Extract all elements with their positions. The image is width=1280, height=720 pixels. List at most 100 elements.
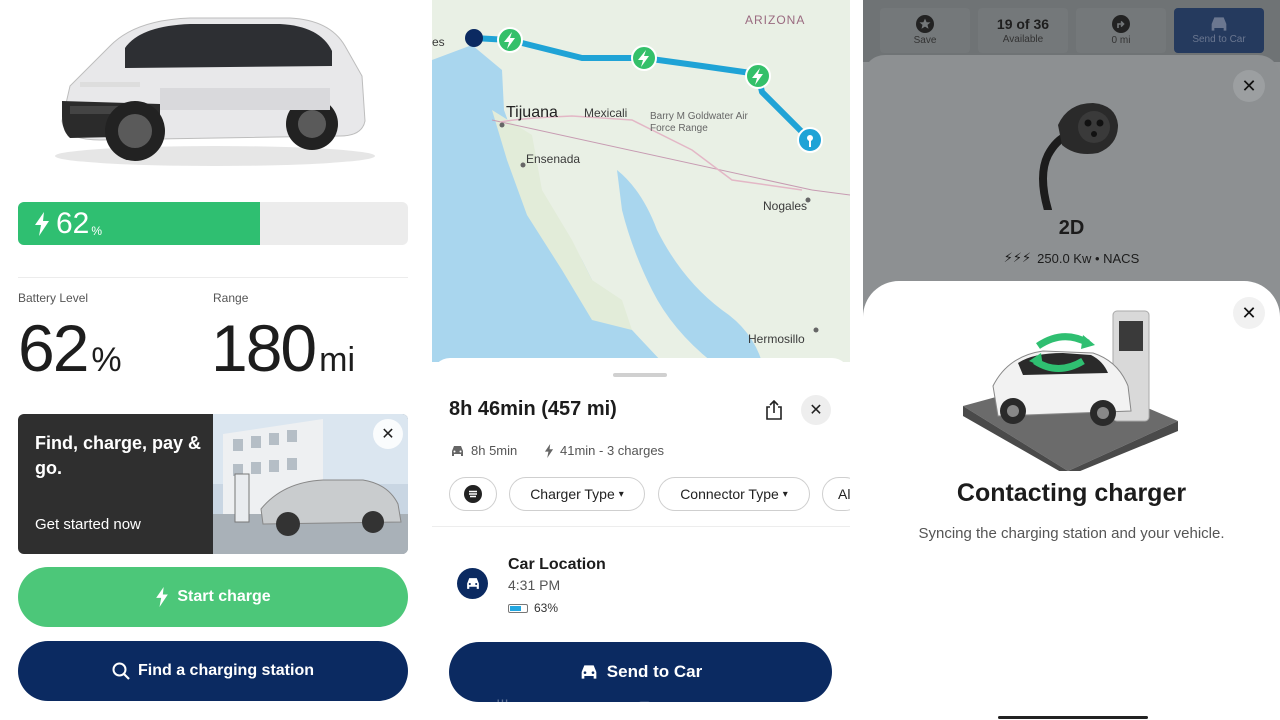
car-location-icon: [457, 568, 488, 599]
battery-bar-unit: %: [91, 223, 103, 238]
destination-pin: [797, 127, 823, 153]
close-icon: ✕: [809, 402, 823, 419]
system-navbar: ||| ▢ ‹: [432, 693, 850, 720]
car-location-battery: 63%: [508, 601, 558, 615]
nacs-connector-icon: [1039, 103, 1118, 210]
battery-icon: [508, 603, 528, 613]
battery-level-value: 62%: [18, 310, 122, 386]
contacting-title: Contacting charger: [956, 479, 1187, 507]
charger-name: 2D: [1058, 217, 1085, 239]
save-label: Save: [913, 35, 937, 46]
route-sheet: 8h 46min (457 mi) ✕ 8h 5min 41min - 3 ch…: [432, 358, 850, 720]
distance-label: 0 mi: [1111, 35, 1131, 46]
map-label-partial: es: [432, 35, 445, 49]
triple-lightning-icon: ⚡⚡⚡: [1003, 250, 1032, 265]
map-label-arizona: ARIZONA: [745, 13, 806, 27]
recent-apps-icon[interactable]: |||: [496, 698, 508, 716]
close-icon: ✕: [1241, 75, 1257, 96]
promo-cta[interactable]: Get started now: [35, 516, 141, 533]
share-icon: [766, 400, 782, 420]
filter-all[interactable]: Al: [822, 477, 850, 511]
map-label-mexicali: Mexicali: [584, 106, 628, 120]
car-location-time: 4:31 PM: [508, 577, 561, 593]
charger-screen: Save 19 of 36 Available 0 mi Send to Car…: [863, 0, 1280, 720]
start-charge-button[interactable]: Start charge: [18, 567, 408, 627]
close-icon: ✕: [381, 426, 395, 443]
filter-connector-type[interactable]: Connector Type ▾: [658, 477, 810, 511]
back-icon[interactable]: ‹: [780, 698, 785, 716]
home-indicator: [998, 716, 1148, 719]
battery-bar-value: 62: [56, 206, 90, 240]
close-charger-button[interactable]: ✕: [1233, 70, 1265, 102]
chevron-down-icon: ▾: [782, 488, 788, 500]
drive-time-text: 8h 5min: [471, 443, 518, 458]
promo-close-button[interactable]: ✕: [373, 419, 403, 449]
promo-card[interactable]: Find, charge, pay & go. Get started now …: [18, 414, 408, 554]
available-label: Available: [1002, 34, 1044, 45]
search-icon: [112, 662, 130, 680]
find-charging-station-button[interactable]: Find a charging station: [18, 641, 408, 701]
range-number: 180: [211, 311, 317, 385]
contacting-charger-sheet: ✕ Contacting charger Syncing the chargin…: [863, 281, 1280, 720]
divider: [432, 526, 850, 527]
range-value: 180 mi: [211, 310, 355, 386]
close-route-button[interactable]: ✕: [801, 395, 831, 425]
car-icon: [466, 578, 479, 589]
save-button[interactable]: Save: [880, 8, 970, 53]
filter-all-label: Al: [838, 486, 850, 502]
charger-pin-1: [497, 27, 523, 53]
charge-time-text: 41min - 3 charges: [560, 443, 665, 458]
directions-icon: [1112, 15, 1130, 33]
promo-title: Find, charge, pay & go.: [35, 433, 202, 478]
home-icon[interactable]: ▢: [637, 697, 652, 717]
syncing-illustration: [963, 310, 1178, 471]
charge-time: 41min - 3 charges: [544, 443, 664, 458]
map-label-nogales: Nogales: [763, 199, 808, 213]
map-label-tijuana: Tijuana: [506, 104, 558, 121]
send-to-car-top-button[interactable]: Send to Car: [1174, 8, 1264, 53]
lightning-icon: [156, 587, 169, 607]
lightning-icon: [35, 211, 49, 236]
battery-level-label: Battery Level: [18, 291, 89, 305]
star-icon: [916, 15, 934, 33]
vehicle-image: [55, 17, 375, 166]
charger-spec-text: 250.0 Kw • NACS: [1037, 250, 1140, 266]
directions-button[interactable]: 0 mi: [1076, 8, 1166, 53]
share-button[interactable]: [759, 395, 789, 425]
close-icon: ✕: [1241, 302, 1257, 323]
charger-pin-3: [745, 63, 771, 89]
lightning-icon: [544, 443, 554, 458]
map-label-barry: Barry M Goldwater Air Force Range: [650, 111, 748, 134]
battery-level-unit: %: [91, 341, 122, 379]
battery-bar-label: 62%: [18, 202, 102, 245]
filter-charger-type[interactable]: Charger Type ▾: [509, 477, 645, 511]
charger-spec: ⚡⚡⚡ 250.0 Kw • NACS: [863, 250, 1280, 266]
find-station-label: Find a charging station: [137, 662, 314, 679]
chevron-down-icon: ▾: [618, 488, 624, 500]
drive-time: 8h 5min: [450, 443, 517, 458]
contacting-subtitle: Syncing the charging station and your ve…: [918, 525, 1225, 542]
route-screen: ARIZONA es Tijuana Mexicali Barry M Gold…: [432, 0, 850, 720]
route-map[interactable]: [432, 0, 850, 362]
range-label: Range: [213, 291, 249, 305]
filter-icon: [464, 485, 482, 503]
filter-menu-button[interactable]: [449, 477, 497, 511]
drag-handle[interactable]: [613, 373, 667, 377]
charger-pin-2: [631, 45, 657, 71]
route-title: 8h 46min (457 mi): [449, 398, 617, 420]
car-icon: [581, 665, 597, 679]
close-sheet-button[interactable]: ✕: [1233, 297, 1265, 329]
map-label-hermosillo: Hermosillo: [748, 332, 805, 346]
battery-level-number: 62: [18, 311, 89, 385]
send-to-car-top-label: Send to Car: [1192, 34, 1246, 45]
battery-screen: 62% Battery Level 62% Range 180 mi Find, …: [0, 0, 430, 720]
divider: [18, 277, 408, 278]
filter-charger-type-label: Charger Type: [530, 486, 615, 502]
availability-status: 19 of 36 Available: [978, 8, 1068, 53]
car-icon: [452, 445, 463, 456]
car-location-battery-text: 63%: [534, 601, 559, 615]
charger-top-bar: Save 19 of 36 Available 0 mi Send to Car: [863, 0, 1280, 62]
send-to-car-label: Send to Car: [606, 662, 703, 681]
available-count: 19 of 36: [996, 16, 1050, 32]
map-label-ensenada: Ensenada: [526, 152, 581, 166]
